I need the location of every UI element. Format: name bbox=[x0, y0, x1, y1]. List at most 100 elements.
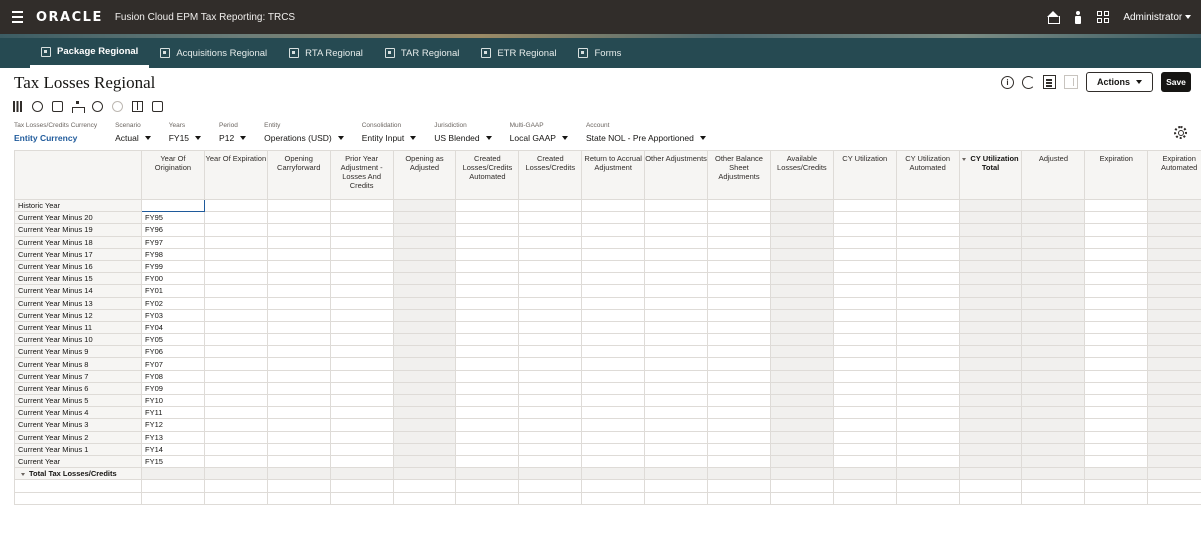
data-cell[interactable] bbox=[1021, 369, 1086, 383]
data-cell[interactable] bbox=[518, 418, 583, 432]
data-cell[interactable] bbox=[1147, 381, 1201, 396]
data-cell[interactable] bbox=[644, 211, 709, 225]
data-cell[interactable] bbox=[518, 442, 583, 456]
data-cell[interactable] bbox=[707, 247, 771, 261]
data-cell[interactable] bbox=[895, 296, 960, 310]
data-cell[interactable] bbox=[895, 333, 960, 347]
data-cell[interactable] bbox=[832, 223, 897, 237]
data-cell[interactable] bbox=[895, 235, 960, 249]
data-cell[interactable] bbox=[958, 211, 1023, 225]
data-cell[interactable] bbox=[1147, 442, 1201, 456]
data-cell[interactable] bbox=[1021, 442, 1086, 456]
data-cell[interactable] bbox=[329, 381, 394, 396]
data-cell[interactable] bbox=[1147, 296, 1201, 310]
data-cell[interactable] bbox=[644, 442, 709, 456]
total-cell[interactable] bbox=[141, 467, 205, 481]
data-cell[interactable] bbox=[1021, 454, 1086, 469]
pov-multi-gaap[interactable]: Multi-GAAP Local GAAP bbox=[510, 122, 568, 148]
data-cell[interactable] bbox=[518, 247, 583, 261]
data-cell[interactable] bbox=[518, 284, 583, 298]
data-cell[interactable] bbox=[455, 259, 520, 274]
data-cell[interactable] bbox=[392, 393, 457, 408]
data-cell[interactable] bbox=[203, 369, 268, 383]
data-cell[interactable] bbox=[1147, 211, 1201, 225]
data-cell[interactable] bbox=[392, 430, 457, 444]
data-cell[interactable] bbox=[1021, 320, 1086, 335]
data-cell[interactable] bbox=[644, 198, 709, 213]
save-button[interactable]: Save bbox=[1161, 72, 1191, 92]
data-cell[interactable] bbox=[707, 320, 771, 335]
data-cell[interactable] bbox=[958, 381, 1023, 396]
data-cell[interactable] bbox=[329, 320, 394, 335]
data-cell[interactable] bbox=[832, 369, 897, 383]
pov-period[interactable]: Period P12 bbox=[219, 122, 247, 148]
data-cell[interactable] bbox=[203, 272, 268, 286]
year-of-origination-cell[interactable]: FY06 bbox=[141, 345, 205, 359]
data-cell[interactable] bbox=[832, 345, 897, 359]
data-cell[interactable] bbox=[644, 333, 709, 347]
data-cell[interactable] bbox=[958, 418, 1023, 432]
navigator-grid-icon[interactable] bbox=[1097, 11, 1110, 23]
hamburger-menu-icon[interactable] bbox=[4, 0, 30, 34]
data-cell[interactable] bbox=[1147, 406, 1201, 420]
data-cell[interactable] bbox=[644, 284, 709, 298]
data-cell[interactable] bbox=[958, 259, 1023, 274]
data-cell[interactable] bbox=[707, 357, 771, 371]
data-cell[interactable] bbox=[392, 272, 457, 286]
year-of-origination-cell[interactable]: FY95 bbox=[141, 211, 205, 225]
column-header[interactable]: Year Of Expiration bbox=[203, 150, 268, 200]
data-cell[interactable] bbox=[455, 442, 520, 456]
data-cell[interactable] bbox=[769, 454, 834, 469]
data-cell[interactable] bbox=[581, 247, 646, 261]
data-cell[interactable] bbox=[832, 284, 897, 298]
data-cell[interactable] bbox=[1084, 369, 1149, 383]
total-cell[interactable] bbox=[266, 467, 331, 481]
form-sheet-icon[interactable] bbox=[1042, 75, 1056, 89]
data-cell[interactable] bbox=[769, 272, 834, 286]
data-cell[interactable] bbox=[392, 235, 457, 249]
pov-jurisdiction[interactable]: Jurisdiction US Blended bbox=[434, 122, 492, 148]
data-cell[interactable] bbox=[392, 259, 457, 274]
data-cell[interactable] bbox=[329, 223, 394, 237]
data-cell[interactable] bbox=[518, 235, 583, 249]
data-cell[interactable] bbox=[644, 235, 709, 249]
data-cell[interactable] bbox=[203, 296, 268, 310]
column-header[interactable]: CY Utilization Automated bbox=[895, 150, 960, 200]
data-cell[interactable] bbox=[1084, 442, 1149, 456]
data-cell[interactable] bbox=[707, 381, 771, 396]
data-cell[interactable] bbox=[1021, 345, 1086, 359]
data-cell[interactable] bbox=[518, 259, 583, 274]
data-cell[interactable] bbox=[769, 284, 834, 298]
data-cell[interactable] bbox=[895, 247, 960, 261]
data-cell[interactable] bbox=[958, 296, 1023, 310]
column-header[interactable]: Return to Accrual Adjustment bbox=[581, 150, 646, 200]
chevron-down-icon[interactable] bbox=[410, 136, 417, 140]
data-cell[interactable] bbox=[707, 235, 771, 249]
data-cell[interactable] bbox=[266, 247, 331, 261]
data-cell[interactable] bbox=[266, 369, 331, 383]
data-cell[interactable] bbox=[895, 418, 960, 432]
data-cell[interactable] bbox=[266, 296, 331, 310]
data-cell[interactable] bbox=[455, 381, 520, 396]
total-cell[interactable] bbox=[958, 467, 1023, 481]
data-cell[interactable] bbox=[455, 308, 520, 322]
total-cell[interactable] bbox=[1084, 467, 1149, 481]
pov-years[interactable]: Years FY15 bbox=[169, 122, 202, 148]
data-cell[interactable] bbox=[769, 418, 834, 432]
data-cell[interactable] bbox=[266, 430, 331, 444]
chevron-down-icon[interactable] bbox=[240, 136, 247, 140]
data-cell[interactable] bbox=[266, 418, 331, 432]
total-cell[interactable] bbox=[392, 467, 457, 481]
data-cell[interactable] bbox=[518, 430, 583, 444]
data-cell[interactable] bbox=[455, 333, 520, 347]
data-cell[interactable] bbox=[832, 406, 897, 420]
data-cell[interactable] bbox=[266, 211, 331, 225]
data-cell[interactable] bbox=[1147, 235, 1201, 249]
data-cell[interactable] bbox=[203, 357, 268, 371]
data-cell[interactable] bbox=[1084, 345, 1149, 359]
data-cell[interactable] bbox=[1021, 272, 1086, 286]
data-cell[interactable] bbox=[581, 454, 646, 469]
data-cell[interactable] bbox=[329, 418, 394, 432]
data-cell[interactable] bbox=[832, 247, 897, 261]
pov-value[interactable]: Operations (USD) bbox=[264, 133, 344, 143]
